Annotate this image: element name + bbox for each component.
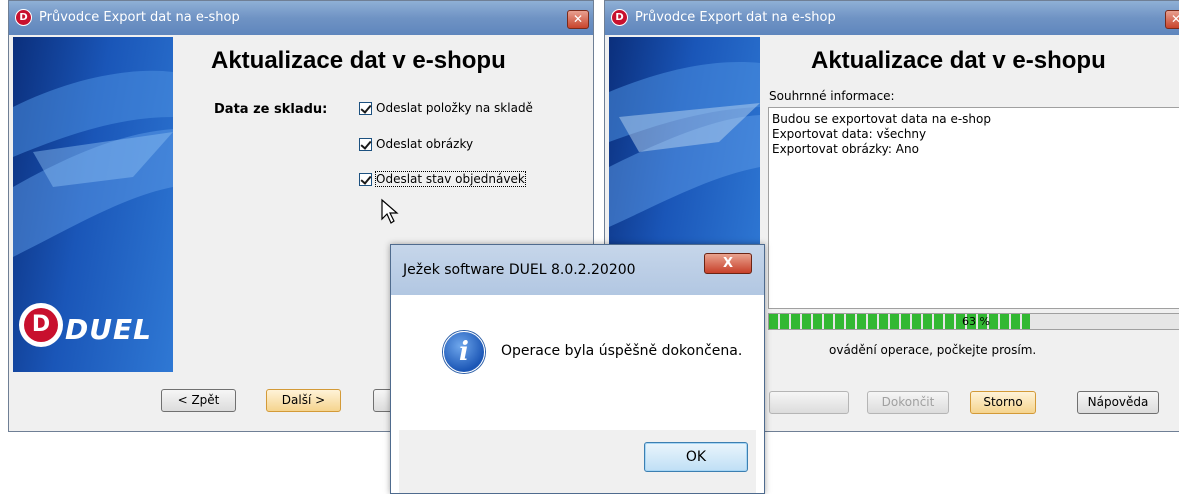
title-bar[interactable]: D Průvodce Export dat na e-shop ✕: [9, 1, 593, 35]
mouse-cursor-icon: [381, 198, 399, 224]
checkbox-send-stock-items[interactable]: Odeslat položky na skladě: [359, 101, 533, 115]
close-icon[interactable]: ✕: [1165, 10, 1179, 29]
title-bar[interactable]: D Průvodce Export dat na e-shop ✕: [605, 1, 1179, 35]
cancel-button[interactable]: Storno: [970, 391, 1036, 414]
summary-label: Souhrnné informace:: [769, 89, 895, 103]
info-icon: i: [443, 331, 485, 373]
window-title: Průvodce Export dat na e-shop: [635, 10, 836, 25]
duel-sidebar-banner: D DUEL: [13, 37, 173, 372]
section-label: Data ze skladu:: [214, 102, 328, 117]
finish-button: Dokončit: [867, 391, 949, 414]
dialog-title-bar[interactable]: Ježek software DUEL 8.0.2.20200 X: [391, 245, 764, 295]
checkbox-send-images[interactable]: Odeslat obrázky: [359, 137, 473, 151]
checkbox-send-order-status[interactable]: Odeslat stav objednávek: [359, 171, 526, 187]
checkbox-label: Odeslat položky na skladě: [376, 101, 533, 115]
dialog-title: Ježek software DUEL 8.0.2.20200: [403, 262, 636, 278]
message-dialog: Ježek software DUEL 8.0.2.20200 X i Oper…: [390, 244, 765, 494]
summary-line: Exportovat data: všechny: [772, 127, 927, 141]
duel-badge-icon: D: [19, 303, 63, 347]
checkbox-box[interactable]: [359, 101, 372, 115]
page-heading: Aktualizace dat v e-shopu: [211, 47, 506, 74]
dialog-footer: OK: [399, 430, 756, 493]
status-text: ovádění operace, počkejte prosím.: [829, 343, 1037, 357]
summary-line: Exportovat obrázky: Ano: [772, 142, 919, 156]
summary-line: Budou se exportovat data na e-shop: [772, 112, 991, 126]
progress-label: 63 %: [962, 315, 990, 328]
close-icon[interactable]: X: [704, 253, 752, 274]
dialog-body: i Operace byla úspěšně dokončena.: [399, 295, 756, 430]
page-heading: Aktualizace dat v e-shopu: [811, 47, 1106, 74]
help-button[interactable]: Nápověda: [1077, 391, 1159, 414]
back-button[interactable]: < Zpět: [161, 389, 236, 412]
ok-button[interactable]: OK: [644, 442, 748, 472]
next-button[interactable]: Další >: [266, 389, 341, 412]
duel-brand-text: DUEL: [65, 313, 152, 346]
summary-box: Budou se exportovat data na e-shop Expor…: [768, 107, 1179, 309]
disabled-button: [769, 391, 849, 414]
checkbox-label: Odeslat stav objednávek: [375, 171, 526, 187]
checkbox-label: Odeslat obrázky: [376, 137, 474, 151]
duel-logo-icon: D: [611, 9, 628, 26]
progress-bar: 63 %: [768, 313, 1179, 330]
checkbox-box[interactable]: [359, 172, 372, 186]
duel-logo-icon: D: [15, 9, 32, 26]
dialog-message: Operace byla úspěšně dokončena.: [501, 343, 743, 359]
checkbox-box[interactable]: [359, 137, 372, 151]
close-icon[interactable]: ✕: [567, 10, 589, 29]
window-title: Průvodce Export dat na e-shop: [39, 10, 240, 25]
